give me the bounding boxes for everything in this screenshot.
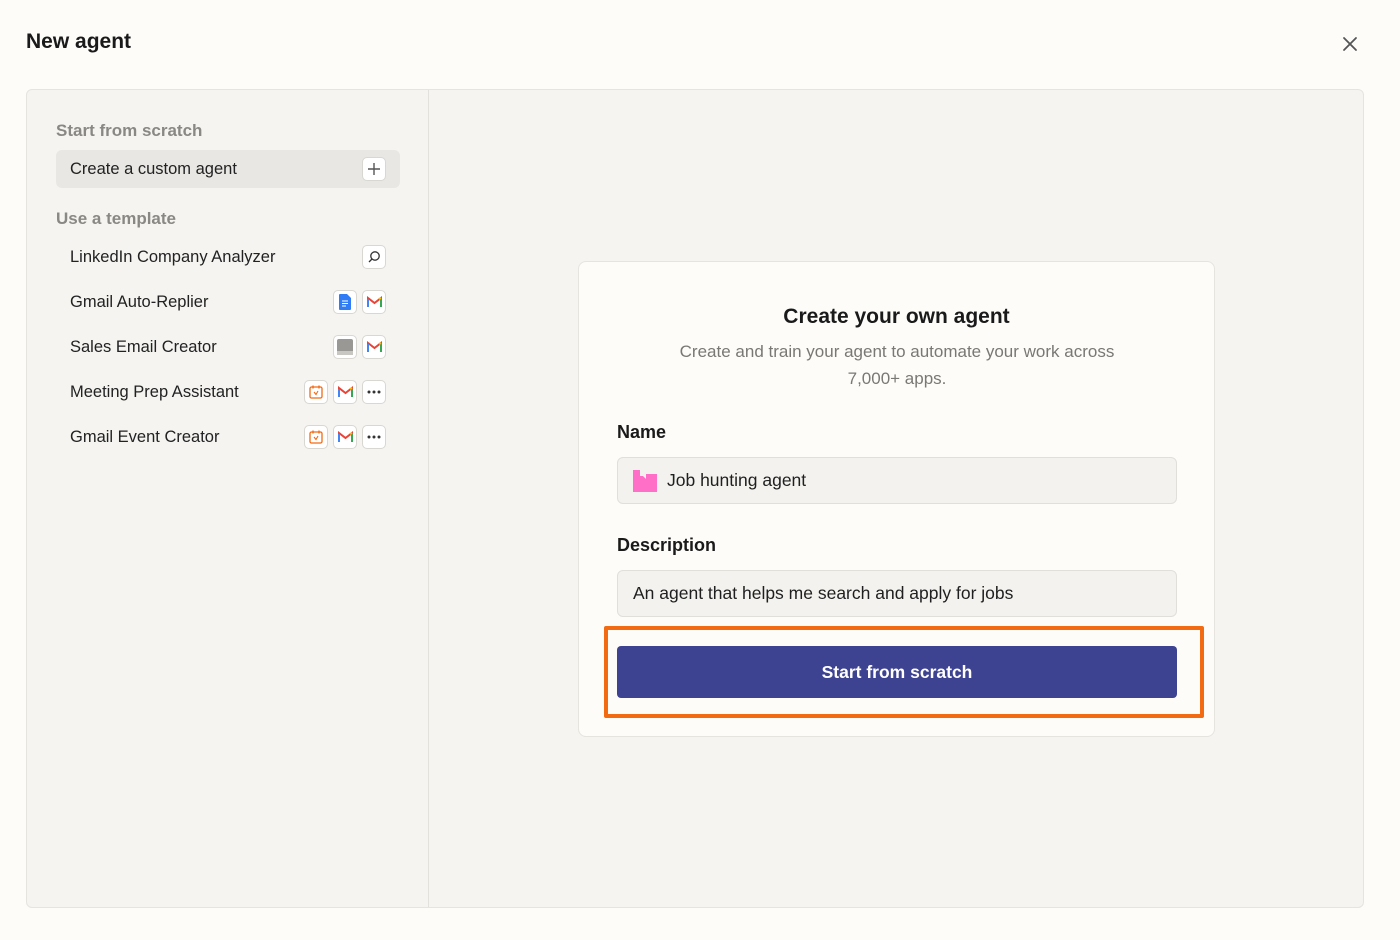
create-agent-card: Create your own agent Create and train y… — [578, 261, 1215, 737]
close-button[interactable] — [1336, 30, 1364, 58]
name-field[interactable]: Job hunting agent — [617, 457, 1177, 504]
dialog-title: New agent — [26, 30, 132, 53]
zapier-tables-icon — [333, 335, 357, 359]
create-custom-agent-label: Create a custom agent — [70, 159, 237, 178]
start-from-scratch-button[interactable]: Start from scratch — [617, 646, 1177, 698]
card-title: Create your own agent — [783, 305, 1010, 328]
create-custom-agent-item[interactable]: Create a custom agent — [56, 150, 400, 188]
description-field[interactable]: An agent that helps me search and apply … — [617, 570, 1177, 617]
agent-avatar-icon — [633, 469, 657, 492]
template-item-label: Gmail Auto-Replier — [70, 292, 209, 311]
search-icon — [362, 245, 386, 269]
template-item-gmail-event-creator[interactable]: Gmail Event Creator — [56, 418, 400, 456]
description-label: Description — [617, 535, 717, 555]
template-item-label: Gmail Event Creator — [70, 427, 220, 446]
gmail-icon — [362, 290, 386, 314]
dialog-header: New agent — [0, 0, 1400, 88]
gmail-icon — [362, 335, 386, 359]
close-icon — [1343, 37, 1357, 51]
gmail-icon — [333, 425, 357, 449]
card-subtitle: Create and train your agent to automate … — [679, 342, 1115, 388]
plus-icon — [362, 157, 386, 181]
calendar-icon — [304, 380, 328, 404]
description-value: An agent that helps me search and apply … — [633, 583, 1014, 603]
main-area: Create your own agent Create and train y… — [430, 90, 1363, 907]
more-icon — [362, 380, 386, 404]
more-icon — [362, 425, 386, 449]
template-item-sales-email-creator[interactable]: Sales Email Creator — [56, 328, 400, 366]
google-docs-icon — [333, 290, 357, 314]
name-value: Job hunting agent — [667, 470, 807, 490]
template-item-label: LinkedIn Company Analyzer — [70, 247, 276, 266]
template-item-linkedin-company-analyzer[interactable]: LinkedIn Company Analyzer — [56, 238, 400, 276]
calendar-icon — [304, 425, 328, 449]
template-item-gmail-auto-replier[interactable]: Gmail Auto-Replier — [56, 283, 400, 321]
template-sidebar: Start from scratch Create a custom agent… — [27, 90, 429, 907]
template-item-label: Meeting Prep Assistant — [70, 382, 239, 401]
name-label: Name — [617, 422, 667, 442]
template-item-label: Sales Email Creator — [70, 337, 217, 356]
template-section-label: Use a template — [56, 209, 176, 228]
scratch-section-label: Start from scratch — [56, 121, 203, 140]
dialog-panel: Start from scratch Create a custom agent… — [26, 89, 1364, 908]
gmail-icon — [333, 380, 357, 404]
template-item-meeting-prep-assistant[interactable]: Meeting Prep Assistant — [56, 373, 400, 411]
